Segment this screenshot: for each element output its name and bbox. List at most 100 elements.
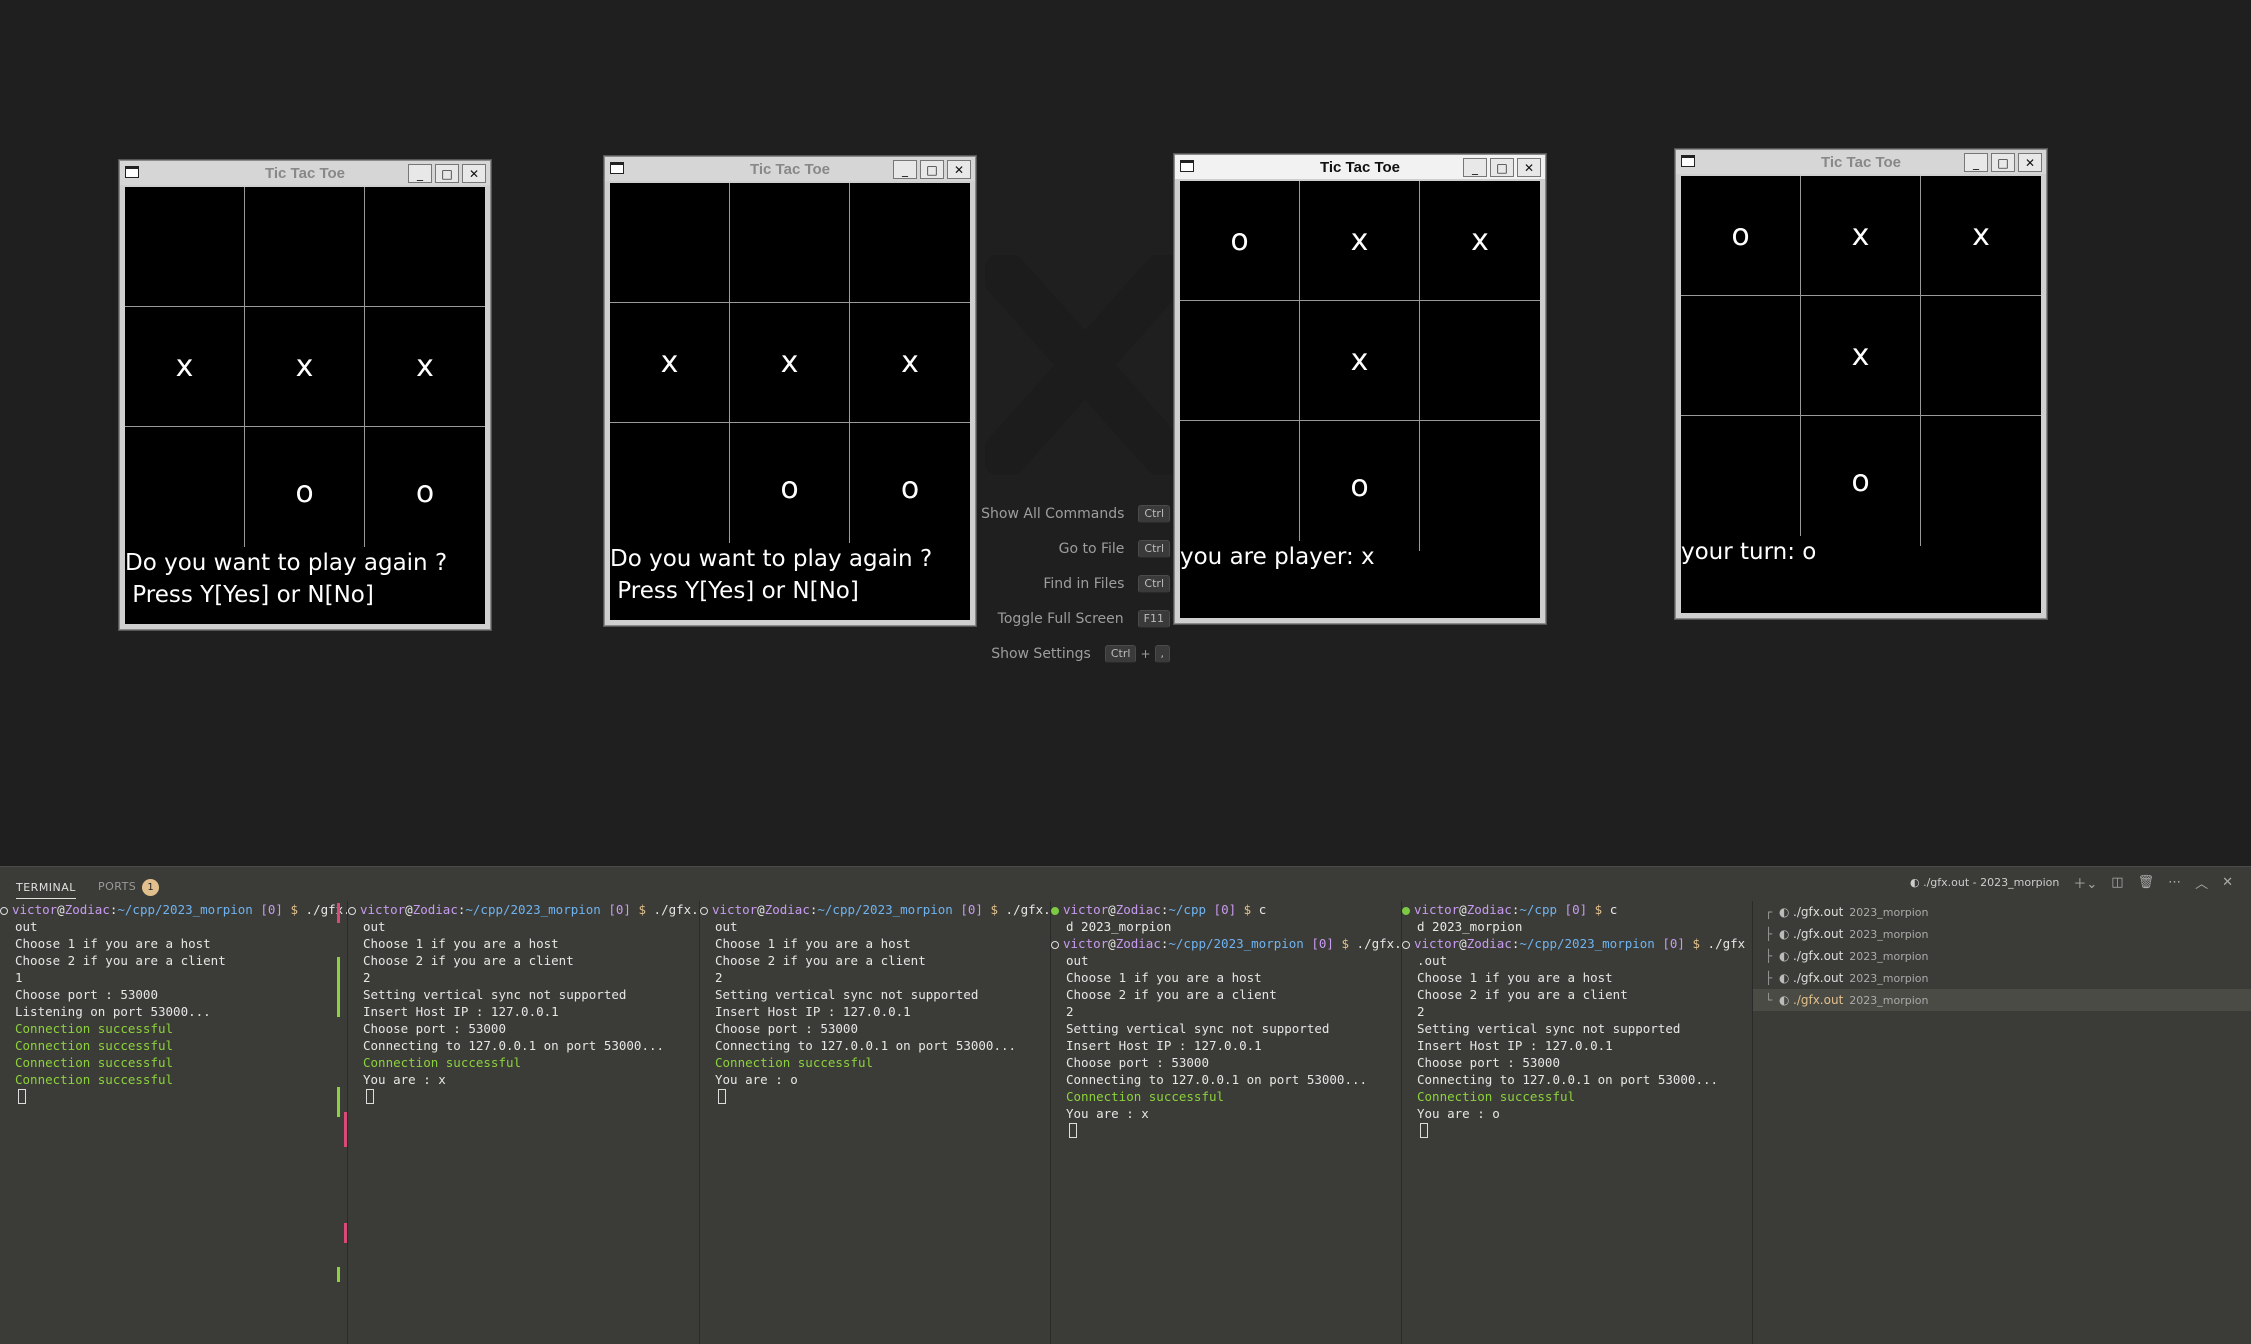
ports-badge: 1 — [142, 879, 160, 896]
terminal-list-item[interactable]: ├ ◐ ./gfx.out 2023_morpion — [1753, 923, 2251, 945]
board-cell[interactable] — [850, 183, 970, 303]
window-titlebar[interactable]: Tic Tac Toe _ □ ✕ — [605, 157, 975, 181]
maximize-button[interactable]: □ — [920, 160, 944, 179]
terminal-pane[interactable]: victor@Zodiac:~/cpp [0] $ cd 2023_morpio… — [1051, 901, 1402, 1344]
board-cell[interactable]: o — [365, 427, 485, 557]
split-terminal-icon[interactable]: ◫ — [2111, 875, 2123, 890]
board-cell[interactable]: x — [1921, 176, 2041, 296]
tictactoe-window[interactable]: Tic Tac Toe _ □ ✕ x x x o o Do you want to play a… — [604, 156, 976, 626]
board-cell[interactable] — [125, 427, 245, 557]
board-cell[interactable]: o — [1801, 416, 1921, 546]
tictactoe-window[interactable]: Tic Tac Toe _ □ ✕ x x x o o Do you want to play a… — [119, 160, 491, 630]
minimize-button[interactable]: _ — [1964, 153, 1988, 172]
board-cell[interactable]: x — [1801, 176, 1921, 296]
window-titlebar[interactable]: Tic Tac Toe _ □ ✕ — [1676, 150, 2046, 174]
game-board[interactable]: x x x o o Do you want to play again ? Press Y… — [125, 187, 485, 624]
board-cell[interactable]: o — [1180, 181, 1300, 301]
terminal-list-item[interactable]: └ ◐ ./gfx.out 2023_morpion — [1753, 989, 2251, 1011]
command-status-icon[interactable] — [1051, 941, 1059, 949]
board-cell[interactable]: o — [1681, 176, 1801, 296]
board-cell[interactable] — [1921, 416, 2041, 546]
window-menu-icon[interactable] — [1681, 155, 1695, 167]
tictactoe-window[interactable]: Tic Tac Toe _ □ ✕ o x x x o your turn: o — [1675, 149, 2047, 619]
board-cell[interactable] — [365, 187, 485, 307]
window-titlebar[interactable]: Tic Tac Toe _ □ ✕ — [120, 161, 490, 185]
board-cell[interactable]: x — [1300, 181, 1420, 301]
command-status-icon[interactable] — [1402, 941, 1410, 949]
tab-ports[interactable]: PORTS 1 — [98, 875, 160, 900]
terminal-pane[interactable]: victor@Zodiac:~/cpp [0] $ cd 2023_morpio… — [1402, 901, 1753, 1344]
game-board[interactable]: o x x x o your turn: o — [1681, 176, 2041, 613]
board-cell[interactable] — [125, 187, 245, 307]
board-cell[interactable] — [1180, 421, 1300, 551]
board-cell[interactable] — [730, 183, 850, 303]
add-terminal-icon[interactable]: ＋⌄ — [2073, 873, 2097, 892]
maximize-button[interactable]: □ — [435, 164, 459, 183]
command-status-icon[interactable] — [1051, 907, 1059, 915]
command-hint: Toggle Full Screen F11 — [950, 601, 1170, 636]
board-cell[interactable] — [610, 183, 730, 303]
board-cell[interactable]: o — [245, 427, 365, 557]
board-cell[interactable]: o — [730, 423, 850, 553]
minimize-button[interactable]: _ — [408, 164, 432, 183]
tictactoe-window[interactable]: Tic Tac Toe _ □ ✕ o x x x o you are player: x — [1174, 154, 1546, 624]
terminal-list-item[interactable]: ├ ◐ ./gfx.out 2023_morpion — [1753, 967, 2251, 989]
window-titlebar[interactable]: Tic Tac Toe _ □ ✕ — [1175, 155, 1545, 179]
terminal-icon: ◐ — [1779, 971, 1790, 985]
window-menu-icon[interactable] — [610, 162, 624, 174]
terminal-list-item[interactable]: ├ ◐ ./gfx.out 2023_morpion — [1753, 945, 2251, 967]
command-status-icon[interactable] — [348, 907, 356, 915]
window-menu-icon[interactable] — [125, 166, 139, 178]
prompt-symbol: $ — [1243, 902, 1252, 917]
command-status-icon[interactable] — [1402, 907, 1410, 915]
minimize-button[interactable]: _ — [893, 160, 917, 179]
board-cell[interactable]: x — [125, 307, 245, 427]
game-board[interactable]: x x x o o Do you want to play again ? Press Y… — [610, 183, 970, 620]
close-button[interactable]: ✕ — [2018, 153, 2042, 172]
command-status-icon[interactable] — [700, 907, 708, 915]
board-cell[interactable]: x — [1300, 301, 1420, 421]
board-cell[interactable] — [245, 187, 365, 307]
board-cell[interactable] — [1681, 296, 1801, 416]
window-menu-icon[interactable] — [1180, 160, 1194, 172]
board-cell[interactable]: x — [365, 307, 485, 427]
command-status-icon[interactable] — [0, 907, 8, 915]
terminal-list-item[interactable]: ┌ ◐ ./gfx.out 2023_morpion — [1753, 901, 2251, 923]
terminal-pane[interactable]: victor@Zodiac:~/cpp/2023_morpion [0] $ .… — [700, 901, 1051, 1344]
maximize-button[interactable]: □ — [1991, 153, 2015, 172]
board-cell[interactable] — [1681, 416, 1801, 546]
terminal-output-line: Choose 1 if you are a host — [15, 936, 211, 951]
terminal-output-line: d 2023_morpion — [1066, 919, 1172, 934]
board-cell[interactable]: x — [610, 303, 730, 423]
close-button[interactable]: ✕ — [1517, 158, 1541, 177]
more-icon[interactable]: ⋯ — [2168, 875, 2181, 890]
terminal-pane[interactable]: victor@Zodiac:~/cpp/2023_morpion [0] $ .… — [348, 901, 700, 1344]
close-panel-icon[interactable]: ✕ — [2222, 875, 2233, 890]
board-cell[interactable] — [1420, 301, 1540, 421]
command-hint: Go to File Ctrl — [950, 531, 1170, 566]
board-cell[interactable] — [1180, 301, 1300, 421]
maximize-panel-icon[interactable]: ︿ — [2195, 873, 2208, 892]
close-button[interactable]: ✕ — [947, 160, 971, 179]
board-cell[interactable] — [610, 423, 730, 553]
board-cell[interactable]: x — [1801, 296, 1921, 416]
minimize-button[interactable]: _ — [1463, 158, 1487, 177]
tab-terminal[interactable]: TERMINAL — [16, 877, 76, 899]
terminal-icon: ◐ — [1779, 949, 1790, 963]
maximize-button[interactable]: □ — [1490, 158, 1514, 177]
terminal-cursor — [718, 1089, 726, 1104]
board-cell[interactable]: x — [245, 307, 365, 427]
close-button[interactable]: ✕ — [462, 164, 486, 183]
game-board[interactable]: o x x x o you are player: x — [1180, 181, 1540, 618]
board-cell[interactable] — [1420, 421, 1540, 551]
board-cell[interactable]: o — [850, 423, 970, 553]
board-cell[interactable]: x — [730, 303, 850, 423]
terminal-pane[interactable]: victor@Zodiac:~/cpp/2023_morpion [0] $ .… — [0, 901, 348, 1344]
trash-icon[interactable]: 🗑 — [2138, 875, 2155, 890]
board-cell[interactable] — [1921, 296, 2041, 416]
board-cell[interactable]: o — [1300, 421, 1420, 551]
active-terminal-title[interactable]: ◐ ./gfx.out - 2023_morpion — [1910, 876, 2059, 889]
board-cell[interactable]: x — [1420, 181, 1540, 301]
board-cell[interactable]: x — [850, 303, 970, 423]
keybinding-key: Ctrl — [1138, 539, 1170, 558]
